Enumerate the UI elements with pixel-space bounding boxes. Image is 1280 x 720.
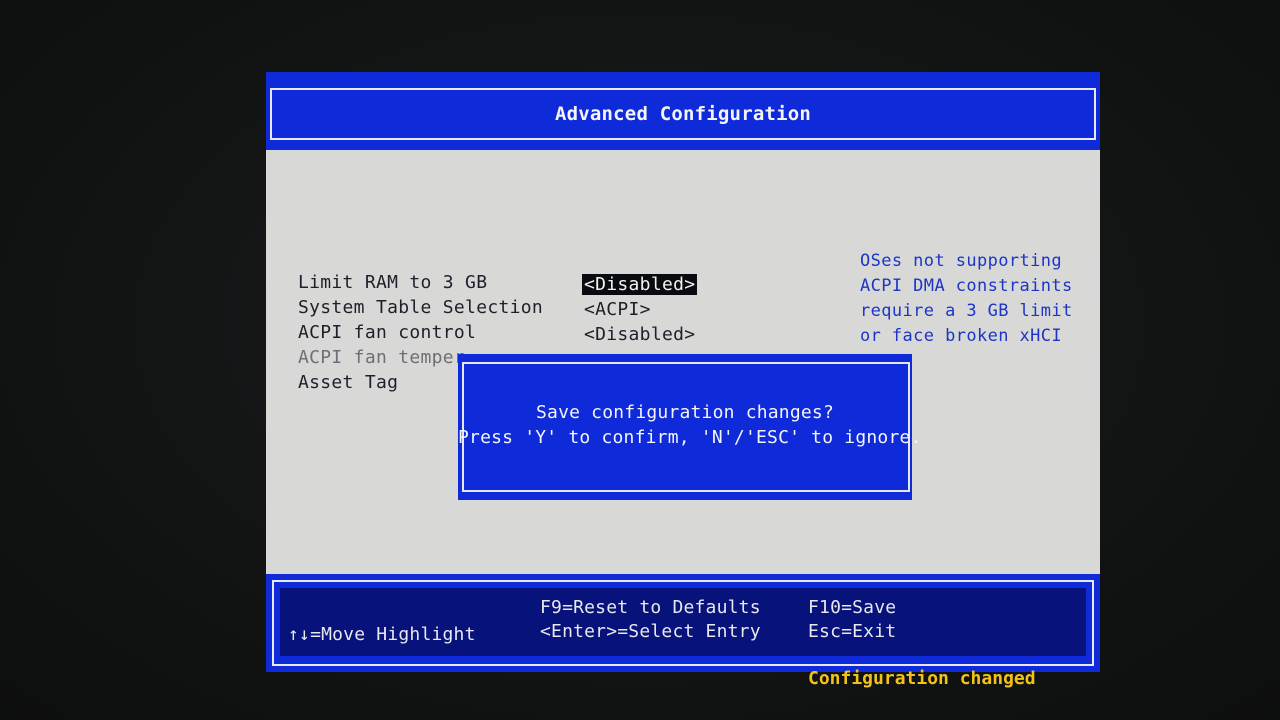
setting-system-table-label[interactable]: System Table Selection (298, 297, 543, 318)
setting-acpi-fan-control-label[interactable]: ACPI fan control (298, 322, 476, 343)
footer-exit: Esc=Exit (808, 621, 897, 642)
help-text-line: ACPI DMA constraints (860, 276, 1073, 296)
key-help-footer: ↑↓=Move Highlight F9=Reset to Defaults <… (266, 574, 1100, 672)
monitor-screen: Advanced Configuration Limit RAM to 3 GB… (0, 0, 1280, 720)
dialog-question: Save configuration changes? (536, 402, 834, 423)
setting-limit-ram-value[interactable]: <Disabled> (582, 274, 698, 295)
setting-acpi-fan-temperature-label[interactable]: ACPI fan temper (298, 347, 465, 368)
setting-limit-ram-label[interactable]: Limit RAM to 3 GB (298, 272, 487, 293)
help-text-line: require a 3 GB limit (860, 301, 1073, 321)
setting-asset-tag-label[interactable]: Asset Tag (298, 372, 398, 393)
settings-panel: Limit RAM to 3 GB <Disabled> System Tabl… (266, 150, 1100, 574)
title-frame: Advanced Configuration (270, 88, 1096, 140)
status-message: Configuration changed (808, 668, 1036, 689)
setting-system-table-value[interactable]: <ACPI> (582, 299, 653, 320)
footer-save: F10=Save (808, 597, 897, 618)
setting-acpi-fan-control-value[interactable]: <Disabled> (582, 324, 697, 345)
page-title: Advanced Configuration (554, 103, 812, 125)
footer-reset-defaults: F9=Reset to Defaults (540, 597, 761, 618)
footer-move-highlight: ↑↓=Move Highlight (288, 624, 476, 645)
save-confirm-dialog: Save configuration changes? Press 'Y' to… (458, 354, 922, 500)
bios-setup-window: Advanced Configuration Limit RAM to 3 GB… (266, 72, 1100, 672)
title-bar: Advanced Configuration (266, 72, 1100, 150)
dialog-instructions: Press 'Y' to confirm, 'N'/'ESC' to ignor… (458, 427, 922, 448)
help-text-line: OSes not supporting (860, 251, 1063, 271)
footer-select-entry: <Enter>=Select Entry (540, 621, 761, 642)
help-text-line: or face broken xHCI (860, 326, 1063, 346)
